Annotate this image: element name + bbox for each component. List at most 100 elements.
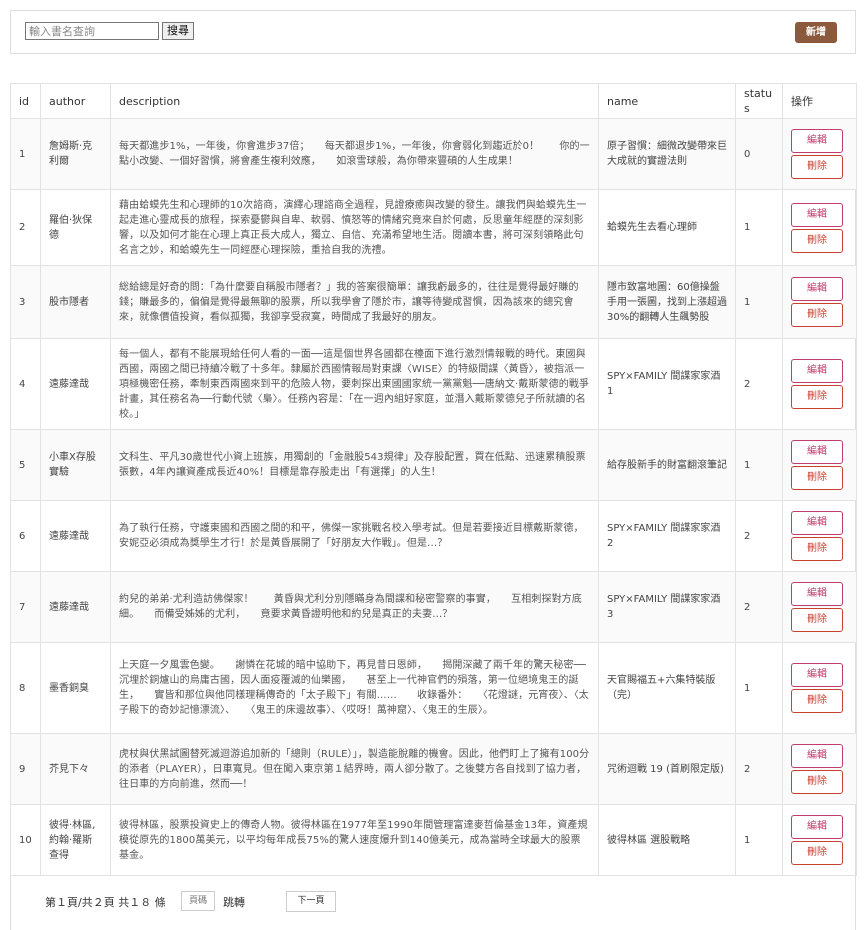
cell-id: 8 xyxy=(10,642,41,734)
table-row: 7 遠藤達哉 約兒的弟弟·尤利造訪佛傑家！ 黃昏與尤利分別隱瞞身為間諜和秘密警察的事… xyxy=(10,571,857,643)
delete-button[interactable]: 刪除 xyxy=(791,385,843,409)
table-row: 2 羅伯·狄保德 藉由蛤蟆先生和心理師的10次諮商，演繹心理諮商全過程，見證療癒與改… xyxy=(10,189,857,266)
jump-link[interactable]: 跳轉 xyxy=(223,894,245,910)
delete-button[interactable]: 刪除 xyxy=(791,466,843,490)
cell-name: 原子習慣：細微改變帶來巨大成就的實證法則 xyxy=(598,118,736,190)
cell-status: 0 xyxy=(735,118,783,190)
cell-description: 総給總是好奇的問：「為什麼要自稱股市隱者？」我的答案很簡單：讓我虧最多的，往往是… xyxy=(110,265,599,339)
table-row: 1 詹姆斯·克利爾 每天都進步1%，一年後，你會進步37倍； 每天都退步1%，一年後… xyxy=(10,118,857,190)
header-id: id xyxy=(10,83,41,119)
cell-ops: 編輯 刪除 xyxy=(782,500,857,572)
header-author: author xyxy=(40,83,111,119)
edit-button[interactable]: 編輯 xyxy=(791,511,843,535)
cell-name: 蛤蟆先生去看心理師 xyxy=(598,189,736,266)
delete-button[interactable]: 刪除 xyxy=(791,537,843,561)
cell-description: 每一個人，都有不能展現給任何人看的一面──這是個世界各國都在檯面下進行激烈情報戰… xyxy=(110,338,599,430)
cell-ops: 編輯 刪除 xyxy=(782,642,857,734)
table-header-row: id author description name status 操作 xyxy=(10,83,857,119)
cell-id: 5 xyxy=(10,429,41,501)
table-row: 8 墨香銅臭 上天庭一夕風雲色變。 謝憐在花城的暗中協助下，再見昔日恩師， 揭開深藏… xyxy=(10,642,857,734)
cell-ops: 編輯 刪除 xyxy=(782,189,857,266)
cell-author: 彼得·林區, 約翰·羅斯查得 xyxy=(40,804,111,876)
cell-status: 1 xyxy=(735,429,783,501)
cell-id: 3 xyxy=(10,265,41,339)
table-row: 10 彼得·林區, 約翰·羅斯查得 彼得林區，股票投資史上的傳奇人物。彼得林區在19… xyxy=(10,804,857,876)
cell-id: 9 xyxy=(10,733,41,805)
edit-button[interactable]: 編輯 xyxy=(791,359,843,383)
cell-description: 藉由蛤蟆先生和心理師的10次諮商，演繹心理諮商全過程，見證療癒與改變的發生。讓我… xyxy=(110,189,599,266)
cell-author: 芥見下々 xyxy=(40,733,111,805)
pagination: 第１頁/共２頁 共１８ 條 跳轉 下一頁 xyxy=(11,881,857,921)
cell-author: 遠藤達哉 xyxy=(40,571,111,643)
page-number-input[interactable] xyxy=(181,891,215,911)
table-row: 4 遠藤達哉 每一個人，都有不能展現給任何人看的一面──這是個世界各國都在檯面下進行… xyxy=(10,338,857,430)
delete-button[interactable]: 刪除 xyxy=(791,155,843,179)
cell-name: 彼得林區 選股戰略 xyxy=(598,804,736,876)
add-book-button[interactable]: 新增 xyxy=(795,22,837,43)
edit-button[interactable]: 編輯 xyxy=(791,663,843,687)
cell-status: 1 xyxy=(735,804,783,876)
header-name: name xyxy=(598,83,736,119)
delete-button[interactable]: 刪除 xyxy=(791,303,843,327)
cell-ops: 編輯 刪除 xyxy=(782,571,857,643)
cell-id: 6 xyxy=(10,500,41,572)
next-page-button[interactable]: 下一頁 xyxy=(286,891,336,912)
cell-status: 1 xyxy=(735,642,783,734)
header-description: description xyxy=(110,83,599,119)
toolbar: 搜尋 新增 xyxy=(10,10,856,54)
table-row: 3 股市隱者 総給總是好奇的問：「為什麼要自稱股市隱者？」我的答案很簡單：讓我虧最多… xyxy=(10,265,857,339)
cell-description: 約兒的弟弟·尤利造訪佛傑家！ 黃昏與尤利分別隱瞞身為間諜和秘密警察的事實， 互相… xyxy=(110,571,599,643)
delete-button[interactable]: 刪除 xyxy=(791,841,843,865)
cell-ops: 編輯 刪除 xyxy=(782,265,857,339)
cell-ops: 編輯 刪除 xyxy=(782,804,857,876)
delete-button[interactable]: 刪除 xyxy=(791,770,843,794)
cell-status: 2 xyxy=(735,338,783,430)
cell-id: 1 xyxy=(10,118,41,190)
edit-button[interactable]: 編輯 xyxy=(791,129,843,153)
cell-ops: 編輯 刪除 xyxy=(782,429,857,501)
cell-name: 給存股新手的財富翻滾筆記 xyxy=(598,429,736,501)
cell-name: SPY×FAMILY 間諜家家酒 3 xyxy=(598,571,736,643)
edit-button[interactable]: 編輯 xyxy=(791,815,843,839)
cell-id: 4 xyxy=(10,338,41,430)
cell-ops: 編輯 刪除 xyxy=(782,733,857,805)
cell-status: 1 xyxy=(735,189,783,266)
cell-description: 彼得林區，股票投資史上的傳奇人物。彼得林區在1977年至1990年間管理富達麥哲… xyxy=(110,804,599,876)
cell-status: 1 xyxy=(735,265,783,339)
cell-description: 文科生、平凡30歲世代小資上班族，用獨創的「金融股543規律」及存股配置，買在低… xyxy=(110,429,599,501)
cell-description: 上天庭一夕風雲色變。 謝憐在花城的暗中協助下，再見昔日恩師， 揭開深藏了兩千年的… xyxy=(110,642,599,734)
delete-button[interactable]: 刪除 xyxy=(791,228,843,253)
cell-description: 每天都進步1%，一年後，你會進步37倍； 每天都退步1%，一年後，你會弱化到趨近… xyxy=(110,118,599,190)
edit-button[interactable]: 編輯 xyxy=(791,202,843,227)
cell-author: 羅伯·狄保德 xyxy=(40,189,111,266)
edit-button[interactable]: 編輯 xyxy=(791,277,843,301)
cell-status: 2 xyxy=(735,500,783,572)
cell-name: 咒術迴戰 19 (首刷限定版) xyxy=(598,733,736,805)
search-button[interactable]: 搜尋 xyxy=(162,22,194,40)
cell-status: 2 xyxy=(735,733,783,805)
cell-name: SPY×FAMILY 間諜家家酒 1 xyxy=(598,338,736,430)
book-table-container: id author description name status 操作 1 詹姆… xyxy=(10,83,857,930)
cell-author: 詹姆斯·克利爾 xyxy=(40,118,111,190)
edit-button[interactable]: 編輯 xyxy=(791,744,843,768)
cell-status: 2 xyxy=(735,571,783,643)
cell-author: 遠藤達哉 xyxy=(40,500,111,572)
header-status: status xyxy=(735,83,783,119)
cell-name: 隱市致富地圖：60億操盤手用一張圖，找到上漲超過30%的翻轉人生飆勢股 xyxy=(598,265,736,339)
page-info: 第１頁/共２頁 共１８ 條 xyxy=(45,896,166,909)
cell-author: 遠藤達哉 xyxy=(40,338,111,430)
delete-button[interactable]: 刪除 xyxy=(791,689,843,713)
cell-id: 7 xyxy=(10,571,41,643)
cell-name: SPY×FAMILY 間諜家家酒 2 xyxy=(598,500,736,572)
edit-button[interactable]: 編輯 xyxy=(791,440,843,464)
edit-button[interactable]: 編輯 xyxy=(791,582,843,606)
cell-name: 天官賜福五+六集特裝版（完） xyxy=(598,642,736,734)
delete-button[interactable]: 刪除 xyxy=(791,608,843,632)
cell-ops: 編輯 刪除 xyxy=(782,338,857,430)
cell-author: 小車X存股實驗 xyxy=(40,429,111,501)
cell-id: 2 xyxy=(10,189,41,266)
table-row: 5 小車X存股實驗 文科生、平凡30歲世代小資上班族，用獨創的「金融股543規律」及… xyxy=(10,429,857,501)
cell-author: 墨香銅臭 xyxy=(40,642,111,734)
table-row: 6 遠藤達哉 為了執行任務，守護東國和西國之間的和平，佛傑一家挑戰名校入學考試。但是… xyxy=(10,500,857,572)
search-input[interactable] xyxy=(25,22,159,40)
